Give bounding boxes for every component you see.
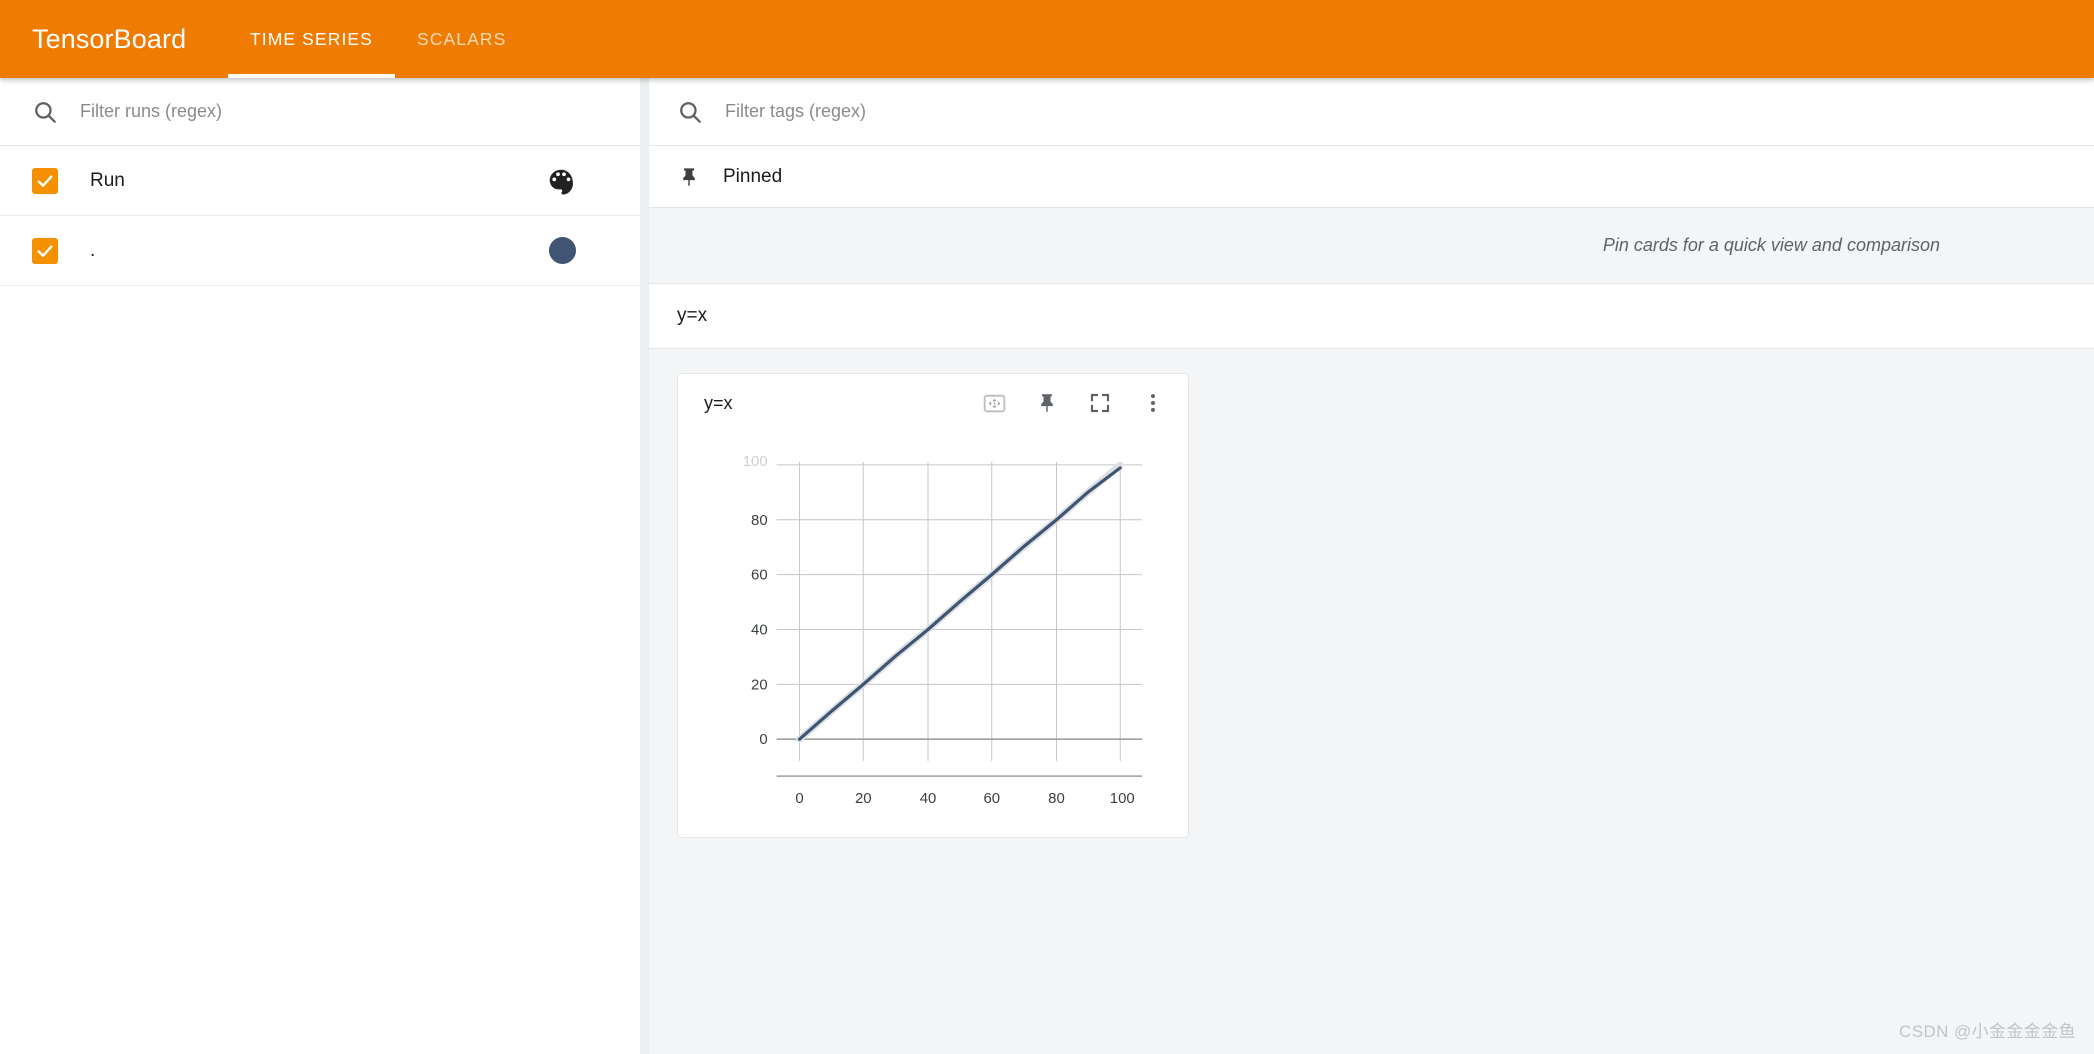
runs-header-label: Run — [90, 169, 125, 191]
tags-filter-row — [649, 78, 2094, 146]
runs-header-row[interactable]: Run — [0, 146, 640, 216]
tag-group-header[interactable]: y=x — [649, 284, 2094, 349]
chart-card-header: y=x — [678, 374, 1188, 432]
y-tick-label: 100 — [743, 453, 768, 470]
y-tick-label: 80 — [751, 512, 768, 529]
more-vert-icon[interactable] — [1140, 390, 1166, 416]
pin-icon[interactable] — [1034, 390, 1060, 416]
chart-x-tick-labels: 0 20 40 60 80 100 — [795, 790, 1134, 807]
cards-area: y=x 100 80 60 40 20 0 0 20 40 60 80 100 — [649, 349, 2094, 1054]
x-tick-label: 60 — [983, 790, 1000, 807]
chart-gridlines — [776, 461, 1143, 762]
runs-sidebar: Run . — [0, 78, 640, 1054]
app-toolbar: TensorBoard TIME SERIES SCALARS — [0, 0, 2094, 78]
tensorboard-app: TensorBoard TIME SERIES SCALARS Filter r… — [0, 0, 2094, 1054]
run-item[interactable]: . — [0, 216, 640, 286]
palette-icon[interactable] — [546, 166, 576, 196]
y-tick-label: 60 — [751, 567, 768, 584]
fit-domain-icon[interactable] — [981, 390, 1007, 416]
chart-svg[interactable]: 100 80 60 40 20 0 0 20 40 60 80 100 — [682, 432, 1180, 831]
search-icon — [677, 99, 703, 125]
chart-card-actions — [981, 390, 1166, 416]
csdn-watermark: CSDN @小金金金金鱼 — [1899, 1022, 2076, 1041]
runs-filter-input[interactable] — [80, 101, 616, 122]
y-tick-label: 20 — [751, 676, 768, 693]
tab-time-series[interactable]: TIME SERIES — [228, 0, 395, 78]
x-tick-label: 40 — [920, 790, 937, 807]
sidebar-resize-handle[interactable] — [640, 78, 649, 1054]
x-tick-label: 80 — [1048, 790, 1065, 807]
pin-icon — [677, 165, 701, 189]
pinned-empty-message: Pin cards for a quick view and compariso… — [1602, 235, 1940, 255]
chart-card[interactable]: y=x 100 80 60 40 20 0 0 20 40 60 80 100 — [677, 373, 1189, 838]
tags-filter-input[interactable] — [725, 101, 2062, 122]
chart-axes — [776, 738, 1143, 777]
tag-group-title: y=x — [677, 305, 708, 326]
search-icon — [32, 99, 58, 125]
chart-y-tick-labels: 100 80 60 40 20 0 — [743, 453, 768, 748]
x-tick-label: 0 — [795, 790, 803, 807]
x-tick-label: 20 — [855, 790, 872, 807]
pinned-empty-state: Pin cards for a quick view and compariso… — [649, 208, 2094, 284]
y-tick-label: 40 — [751, 621, 768, 638]
run-checkbox[interactable] — [32, 237, 58, 264]
chart-card-title: y=x — [704, 392, 733, 413]
x-tick-label: 100 — [1110, 790, 1135, 807]
chart-plot-area[interactable]: 100 80 60 40 20 0 0 20 40 60 80 100 — [678, 432, 1188, 837]
main-panel: Pinned Pin cards for a quick view and co… — [649, 78, 2094, 1054]
run-color-swatch[interactable] — [549, 237, 576, 264]
y-tick-label: 0 — [759, 731, 767, 748]
tab-time-series-label: TIME SERIES — [250, 28, 373, 49]
pinned-section-title: Pinned — [723, 165, 783, 187]
fullscreen-icon[interactable] — [1087, 390, 1113, 416]
tab-scalars-label: SCALARS — [416, 28, 507, 49]
runs-select-all-checkbox[interactable] — [32, 167, 58, 194]
nav-tabs: TIME SERIES SCALARS — [228, 0, 528, 78]
tab-scalars[interactable]: SCALARS — [395, 0, 528, 78]
runs-filter-row — [0, 78, 640, 146]
app-brand: TensorBoard — [32, 23, 187, 54]
pinned-section-header[interactable]: Pinned — [649, 146, 2094, 208]
run-item-label: . — [90, 239, 96, 261]
app-body: Run . — [0, 78, 2094, 1054]
